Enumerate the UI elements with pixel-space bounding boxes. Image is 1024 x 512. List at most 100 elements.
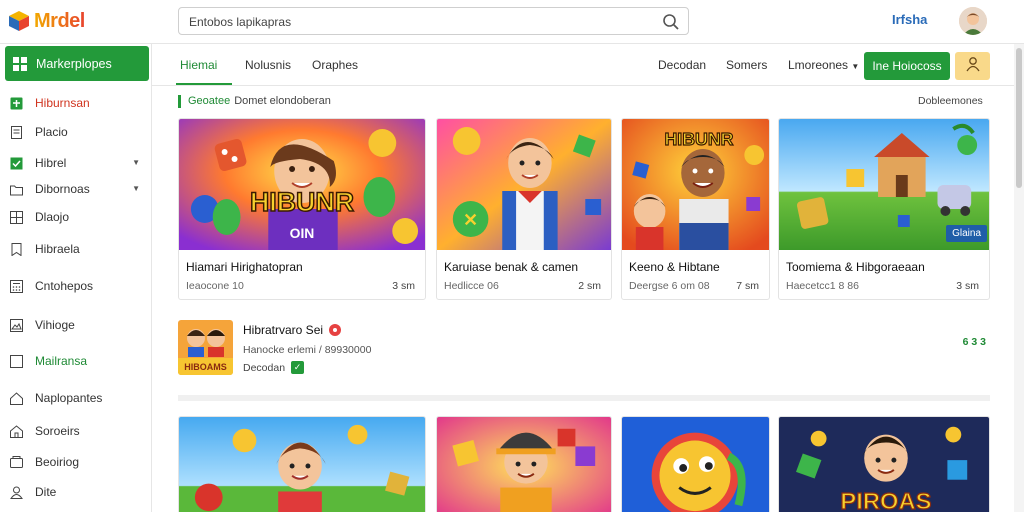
bookmark-icon (10, 242, 23, 256)
sidebar-item-label: Hibrel (35, 156, 67, 170)
toolbar-dropdown[interactable]: Lmoreones ▼ (788, 58, 859, 72)
chevron-down-icon[interactable]: ▼ (132, 158, 140, 167)
grid-icon (10, 210, 23, 224)
game-card[interactable] (436, 416, 612, 512)
tab-news[interactable]: Nolusnis (245, 58, 291, 72)
card-art-title: HIBUNR (250, 187, 354, 217)
sidebar-item-2[interactable]: Hibrel ▼ (10, 154, 146, 172)
game-card[interactable]: ✕ Karuiase benak & camen Hedlicce 06 2 s… (436, 118, 612, 300)
app-logo[interactable]: Mrdel (8, 8, 85, 34)
toolbar-link-2[interactable]: Somers (726, 58, 767, 72)
game-card-title: Karuiase benak & camen (444, 260, 579, 274)
home-icon (10, 391, 23, 405)
user-avatar[interactable] (959, 7, 987, 35)
game-card-title: Keeno & Hibtane (629, 260, 720, 274)
toolbar-link-1[interactable]: Decodan (658, 58, 706, 72)
section-more-link[interactable]: Dobleemones (918, 95, 983, 107)
toolbar-dropdown-label: Lmoreones (788, 58, 849, 72)
sidebar-item-5[interactable]: Hibraela (10, 240, 146, 258)
sidebar-item-9[interactable]: Naplopantes (10, 389, 146, 407)
sidebar-item-11[interactable]: Beoiriog (10, 453, 146, 471)
brand-link[interactable]: Irfsha (892, 12, 927, 27)
game-card-image (622, 417, 769, 512)
sidebar-item-3[interactable]: Dibornoas ▼ (10, 180, 146, 198)
tabs-toolbar: Hiemai Nolusnis Oraphes Decodan Somers L… (152, 44, 1024, 86)
card-art-title: HIBUNR (664, 129, 733, 149)
sidebar-item-label: Soroeirs (35, 424, 80, 438)
calculator-icon (10, 279, 23, 293)
square-icon (10, 354, 23, 368)
check-icon: ✓ (291, 361, 305, 374)
sidebar-item-label: Cntohepos (35, 279, 94, 293)
game-card[interactable] (178, 416, 426, 512)
featured-game-status-label: Decodan (243, 361, 286, 374)
game-card-subtitle: Deergse 6 om 08 (629, 280, 710, 292)
location-pin-icon (329, 324, 342, 336)
game-card-subtitle: Ieaocone 10 (186, 280, 244, 292)
sidebar-item-12[interactable]: Dite (10, 483, 146, 501)
card-art-subtitle: OIN (290, 225, 315, 241)
sidebar-item-7[interactable]: Vihioge (10, 316, 146, 334)
document-icon (10, 125, 23, 139)
game-card-subtitle: Haecetcc1 8 86 (786, 280, 859, 292)
section-accent-bar (178, 94, 181, 108)
game-card-meta: 7 sm (736, 280, 759, 292)
sidebar-item-label: Hibraela (35, 242, 80, 256)
folder-icon (10, 183, 23, 196)
game-card-image: PIROAS (779, 417, 989, 512)
sidebar-item-label: Beoiriog (35, 455, 80, 469)
game-card[interactable]: HIBUNR OIN Hiamari Hirighatopran Ieaocon… (178, 118, 426, 300)
sidebar-item-4[interactable]: Dlaojo (10, 208, 146, 226)
game-card-title: Hiamari Hirighatopran (186, 260, 303, 274)
sidebar-item-0[interactable]: Hiburnsan (10, 94, 146, 112)
profile-button[interactable] (955, 52, 990, 80)
scrollbar-thumb[interactable] (1016, 48, 1022, 188)
chevron-down-icon: ▼ (851, 62, 860, 71)
game-card-title: Toomiema & Hibgoraeaan (786, 260, 925, 274)
tab-graphs[interactable]: Oraphes (312, 58, 358, 72)
section-divider (178, 395, 990, 401)
game-card-subtitle: Hedlicce 06 (444, 280, 499, 292)
game-card[interactable] (621, 416, 770, 512)
featured-game-status: Decodan ✓ (243, 361, 305, 374)
sidebar: Markerplopes Hiburnsan Placio Hibrel ▼ D… (0, 44, 152, 512)
search-bar (178, 7, 689, 35)
sidebar-item-10[interactable]: Soroeirs (10, 422, 146, 440)
game-card-meta: 3 sm (956, 280, 979, 292)
search-icon[interactable] (662, 13, 680, 31)
top-bar: Mrdel Irfsha (0, 0, 1024, 44)
game-card[interactable]: HIBUNR Keeno & Hibtane Deergse 6 om 08 7… (621, 118, 770, 300)
sidebar-item-8[interactable]: Mailransa (10, 352, 146, 370)
sidebar-item-label: Hiburnsan (35, 96, 90, 110)
sidebar-item-marketplace[interactable]: Markerplopes (5, 46, 149, 81)
card-art-title: PIROAS (840, 489, 931, 512)
section-title-highlight: Geoatee (188, 95, 231, 107)
person-icon (10, 486, 23, 499)
sidebar-item-label: Dibornoas (35, 182, 90, 196)
featured-game-rating: 6 3 3 (962, 336, 986, 348)
primary-action-button[interactable]: Ine Hoiocoss (864, 52, 950, 80)
game-card-badge: Glaina (946, 225, 987, 242)
sidebar-item-1[interactable]: Placio (10, 123, 146, 141)
game-card-meta: 2 sm (578, 280, 601, 292)
game-card[interactable]: PIROAS (778, 416, 990, 512)
featured-thumb-text: HIBOAMS (184, 362, 227, 372)
sidebar-item-label: Mailransa (35, 354, 88, 368)
tab-home[interactable]: Hiemai (180, 58, 217, 72)
game-icon (10, 97, 23, 110)
house-icon (10, 424, 23, 438)
sidebar-item-label: Vihioge (35, 318, 75, 332)
checkbox-icon (10, 157, 23, 170)
sidebar-item-6[interactable]: Cntohepos (10, 277, 146, 295)
search-input[interactable] (189, 12, 659, 32)
featured-game-row[interactable]: HIBOAMS Hibratrvaro Sei Hanocke erlemi /… (178, 320, 990, 382)
grid-icon (13, 56, 27, 71)
game-card[interactable]: Glaina Toomiema & Hibgoraeaan Haecetcc1 … (778, 118, 990, 300)
section-title: Domet elondoberan (234, 95, 331, 107)
tag-icon (10, 455, 23, 469)
chevron-down-icon[interactable]: ▼ (132, 184, 140, 193)
person-icon (965, 56, 981, 77)
app-logo-text: Mrdel (34, 9, 85, 32)
featured-game-title: Hibratrvaro Sei (243, 323, 324, 337)
sidebar-item-label: Placio (35, 125, 68, 139)
